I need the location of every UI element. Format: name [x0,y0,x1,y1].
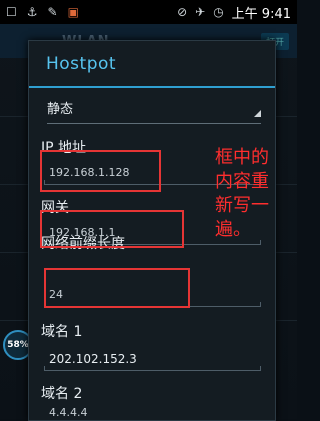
title-divider [29,86,275,88]
spinner-underline [47,123,261,124]
ip-setting-value: 静态 [47,102,74,117]
notification-icon: ☐ [6,5,17,19]
alarm-icon: ◷ [213,5,224,19]
dns1-value: 202.102.152.3 [49,352,137,366]
airplane-icon: ✈ [195,5,206,19]
edit-icon: ✎ [47,5,58,19]
highlight-box-gateway [40,210,184,248]
dialog-title: Hostpot [46,54,117,74]
dns2-field[interactable]: 4.4.4.4 [44,393,261,419]
dns1-field[interactable]: 202.102.152.3 [44,343,261,371]
signal-off-icon: ⊘ [177,5,188,19]
status-bar: ☐ ⚓ ✎ ▣ ⊘ ✈ ◷ 上午 9:41 [0,0,297,24]
app-icon: ▣ [67,5,79,19]
annotation-text: 框中的内容重新写一遍。 [215,147,269,240]
usb-debug-icon: ⚓ [26,5,38,19]
dns1-label: 域名 1 [41,324,83,340]
highlight-box-ip [40,150,161,192]
clock: 上午 9:41 [231,6,291,22]
highlight-box-prefix [44,268,190,308]
dns2-value: 4.4.4.4 [49,406,88,419]
ip-setting-spinner[interactable]: 静态 [47,98,261,124]
dropdown-arrow-icon [254,110,261,117]
